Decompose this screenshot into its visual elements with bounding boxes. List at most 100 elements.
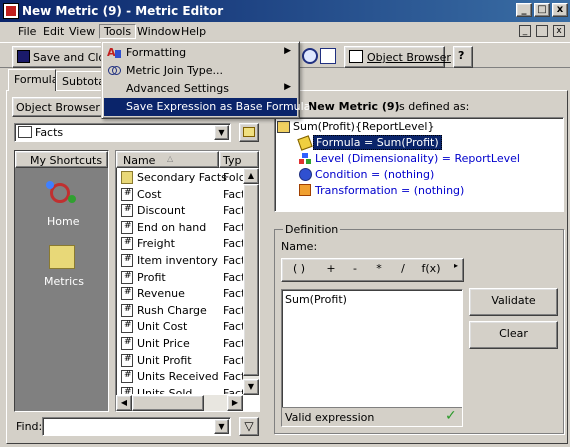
fact-icon — [121, 220, 133, 234]
expression-editor[interactable]: Sum(Profit) Valid expression ✓ — [281, 289, 463, 427]
list-item[interactable]: Cost Fact — [117, 187, 243, 203]
pencil-icon — [297, 135, 313, 151]
list-item[interactable]: Units Sold Fact — [117, 386, 243, 394]
list-item[interactable]: Unit Price Fact — [117, 336, 243, 352]
scroll-down-arrow-icon[interactable]: ▼ — [243, 379, 259, 395]
close-button[interactable]: x — [552, 3, 568, 17]
tab-formula[interactable]: Formula — [8, 69, 56, 91]
object-list[interactable]: Name △ Typ Secondary FactsFolcCostFactDi… — [115, 150, 260, 412]
minimize-button[interactable]: _ — [516, 3, 532, 17]
menu-view[interactable]: View — [65, 25, 99, 38]
menu-item-metric-join-type[interactable]: Metric Join Type... — [104, 62, 297, 80]
menu-item-save-expression-as-base-formula[interactable]: Save Expression as Base Formula — [104, 98, 310, 116]
scroll-up-arrow-icon[interactable]: ▲ — [243, 168, 259, 184]
folder-combobox[interactable]: Facts ▼ — [14, 123, 231, 142]
search-document-icon[interactable] — [320, 48, 336, 64]
tree-formula-item[interactable]: Formula = Sum(Profit) — [313, 135, 442, 150]
hscroll-thumb[interactable] — [132, 395, 204, 411]
list-item[interactable]: Freight Fact — [117, 236, 243, 252]
find-dropdown-arrow-icon[interactable]: ▼ — [214, 419, 229, 434]
list-item-type: Fact — [223, 270, 243, 284]
list-item[interactable]: Secondary Facts Folc — [117, 170, 243, 186]
help-button[interactable]: ? — [453, 46, 473, 68]
list-vertical-scrollbar[interactable]: ▲ ▼ — [243, 168, 259, 395]
function-button[interactable]: f(x) — [418, 261, 444, 279]
list-item-name: Unit Cost — [137, 320, 188, 334]
validate-button[interactable]: Validate — [469, 288, 558, 316]
metric-editor-app-icon[interactable] — [3, 3, 19, 19]
parentheses-button[interactable]: ( ) — [286, 261, 312, 279]
list-item[interactable]: Item inventory Fact — [117, 253, 243, 269]
tab-formula-label: Formula — [14, 73, 56, 86]
shortcut-metrics-label[interactable]: Metrics — [44, 275, 84, 288]
find-magnifier-icon[interactable] — [302, 48, 318, 64]
join-type-icon — [107, 64, 122, 78]
list-item[interactable]: Unit Cost Fact — [117, 319, 243, 335]
object-list-rows: Secondary FactsFolcCostFactDiscountFactE… — [116, 170, 243, 394]
list-item-name: Discount — [137, 204, 186, 218]
save-and-close-button[interactable]: Save and Close — [12, 46, 118, 68]
mdi-minimize-button[interactable]: _ — [519, 25, 531, 37]
mdi-restore-button[interactable] — [536, 25, 548, 37]
list-item[interactable]: Unit Profit Fact — [117, 353, 243, 369]
list-item[interactable]: End on hand Fact — [117, 220, 243, 236]
tree-transformation-item[interactable]: Transformation = (nothing) — [315, 184, 464, 197]
definition-tree[interactable]: Sum(Profit){ReportLevel} Formula = Sum(P… — [274, 117, 564, 212]
up-one-level-button[interactable] — [239, 123, 259, 142]
condition-filter-icon — [299, 168, 312, 181]
list-item-name: Rush Charge — [137, 303, 207, 317]
menu-item-advanced-settings[interactable]: Advanced Settings ▶ — [104, 80, 297, 98]
object-browser-title: Object Browser — [16, 101, 100, 114]
folder-dropdown-arrow-icon[interactable]: ▼ — [214, 125, 229, 140]
list-item-name: Secondary Facts — [137, 171, 227, 184]
shortcut-home-label[interactable]: Home — [47, 215, 79, 228]
filter-funnel-icon: ▽ — [244, 419, 254, 433]
expression-text[interactable]: Sum(Profit) — [285, 293, 347, 306]
tab-subtotals-label: Subtotals — [62, 75, 101, 88]
maximize-button[interactable]: □ — [534, 3, 550, 17]
fact-icon — [121, 204, 133, 218]
more-operators-chevron-icon[interactable]: ▸ — [454, 261, 458, 270]
clear-button[interactable]: Clear — [469, 321, 558, 349]
tree-level-item[interactable]: Level (Dimensionality) = ReportLevel — [315, 152, 520, 165]
plus-button[interactable]: + — [322, 261, 340, 279]
find-input[interactable]: ▼ — [42, 417, 231, 436]
list-item-type: Fact — [223, 320, 243, 334]
metric-root-icon — [277, 121, 290, 133]
scroll-thumb[interactable] — [243, 184, 259, 376]
tools-menu-dropdown: A Formatting ▶ Metric Join Type... Advan… — [101, 41, 310, 119]
column-header-type[interactable]: Typ — [219, 151, 259, 168]
menu-edit[interactable]: Edit — [39, 25, 68, 38]
fact-icon — [121, 270, 133, 284]
object-browser-button[interactable]: Object Browser — [344, 46, 451, 68]
list-item[interactable]: Rush Charge Fact — [117, 303, 243, 319]
title-bar[interactable]: New Metric (9) - Metric Editor _ □ x — [0, 0, 570, 22]
filter-button[interactable]: ▽ — [239, 417, 259, 436]
list-horizontal-scrollbar[interactable]: ◀ ▶ — [116, 395, 243, 411]
tab-subtotals[interactable]: Subtotals — [56, 71, 102, 91]
minus-button[interactable]: - — [346, 261, 364, 279]
folder-icon — [121, 171, 133, 184]
menu-file[interactable]: File — [14, 25, 40, 38]
multiply-button[interactable]: * — [370, 261, 388, 279]
list-item[interactable]: Profit Fact — [117, 270, 243, 286]
tree-root-label[interactable]: Sum(Profit){ReportLevel} — [293, 120, 434, 133]
menu-help[interactable]: Help — [177, 25, 210, 38]
scroll-right-arrow-icon[interactable]: ▶ — [227, 395, 243, 411]
home-icon[interactable] — [46, 179, 78, 213]
facts-folder-icon — [18, 126, 32, 138]
column-header-name[interactable]: Name △ — [116, 151, 219, 168]
list-item[interactable]: Revenue Fact — [117, 286, 243, 302]
divide-button[interactable]: / — [394, 261, 412, 279]
list-item-name: Item inventory — [137, 254, 218, 267]
tree-condition-item[interactable]: Condition = (nothing) — [315, 168, 434, 181]
menu-tools[interactable]: Tools — [99, 24, 137, 39]
menu-item-formatting[interactable]: A Formatting ▶ — [104, 44, 297, 62]
list-item[interactable]: Discount Fact — [117, 203, 243, 219]
folder-icon[interactable] — [49, 245, 75, 269]
list-item-name: Freight — [137, 237, 175, 251]
my-shortcuts-header[interactable]: My Shortcuts — [15, 151, 108, 168]
scroll-left-arrow-icon[interactable]: ◀ — [116, 395, 132, 411]
mdi-close-button[interactable]: x — [553, 25, 565, 37]
list-item[interactable]: Units Received Fact — [117, 369, 243, 385]
